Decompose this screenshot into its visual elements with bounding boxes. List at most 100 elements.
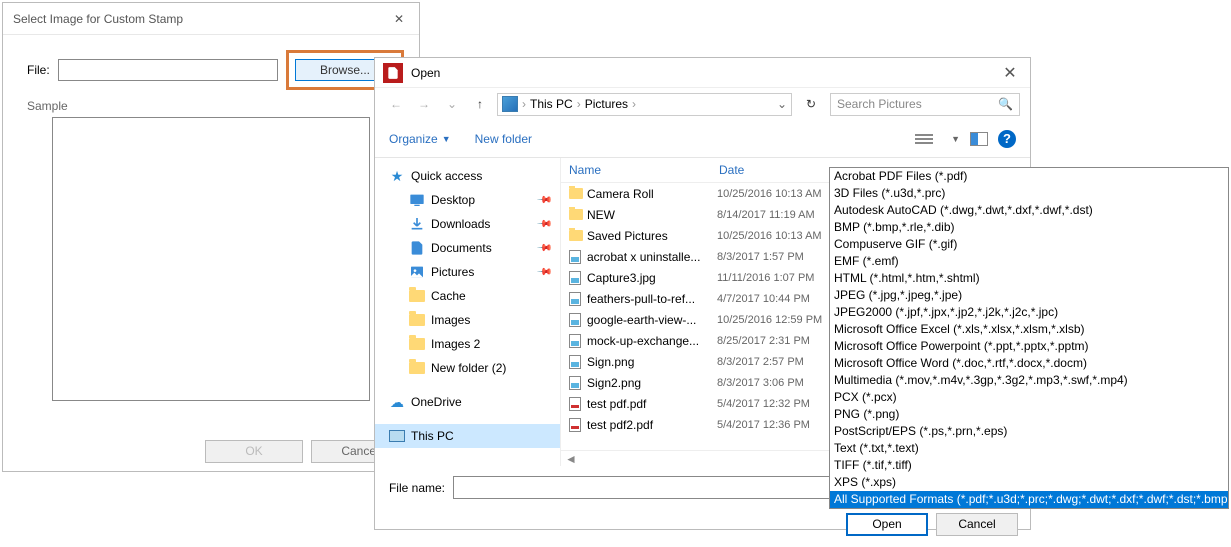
sidebar-label: Quick access	[411, 169, 482, 183]
filter-option[interactable]: JPEG (*.jpg,*.jpeg,*.jpe)	[830, 287, 1228, 304]
file-date: 5/4/2017 12:32 PM	[717, 398, 810, 410]
file-name: Sign2.png	[587, 376, 717, 390]
sidebar-item[interactable]: Images	[375, 308, 560, 332]
chevron-right-icon: ›	[522, 97, 526, 111]
sidebar-item[interactable]: This PC	[375, 424, 560, 448]
filter-option[interactable]: BMP (*.bmp,*.rle,*.dib)	[830, 219, 1228, 236]
help-icon[interactable]: ?	[998, 130, 1016, 148]
filter-option[interactable]: Autodesk AutoCAD (*.dwg,*.dwt,*.dxf,*.dw…	[830, 202, 1228, 219]
filter-option[interactable]: JPEG2000 (*.jpf,*.jpx,*.jp2,*.j2k,*.j2c,…	[830, 304, 1228, 321]
sidebar-label: Images 2	[431, 337, 480, 351]
file-name: google-earth-view-...	[587, 313, 717, 327]
filter-option[interactable]: HTML (*.html,*.htm,*.shtml)	[830, 270, 1228, 287]
open-title: Open	[411, 66, 990, 80]
file-type-icon	[569, 209, 587, 220]
search-placeholder: Search Pictures	[837, 97, 998, 111]
filename-input[interactable]	[453, 476, 864, 499]
file-date: 8/3/2017 2:57 PM	[717, 356, 804, 368]
filter-option[interactable]: TIFF (*.tif,*.tiff)	[830, 457, 1228, 474]
col-name[interactable]: Name	[569, 163, 719, 177]
refresh-icon[interactable]: ↻	[798, 93, 824, 116]
file-date: 8/14/2017 11:19 AM	[717, 209, 815, 221]
sidebar-label: Pictures	[431, 265, 474, 279]
chevron-down-icon: ▼	[442, 134, 451, 144]
back-icon[interactable]: ←	[385, 93, 407, 115]
breadcrumb-folder[interactable]: Pictures	[585, 97, 628, 111]
recent-chevron-icon[interactable]: ⌄	[441, 93, 463, 115]
pin-icon: 📌	[535, 264, 552, 281]
sidebar-item[interactable]: Pictures 📌	[375, 260, 560, 284]
sidebar-item[interactable]: New folder (2)	[375, 356, 560, 380]
file-type-icon	[569, 292, 587, 306]
sidebar-item[interactable]: ★Quick access	[375, 164, 560, 188]
filter-option[interactable]: PNG (*.png)	[830, 406, 1228, 423]
preview-pane-icon[interactable]	[970, 132, 988, 146]
filter-option[interactable]: All Supported Formats (*.pdf;*.u3d;*.prc…	[830, 491, 1228, 508]
filter-option[interactable]: Text (*.txt,*.text)	[830, 440, 1228, 457]
file-type-icon	[569, 313, 587, 327]
select-image-dialog: Select Image for Custom Stamp ✕ File: Br…	[2, 2, 420, 472]
sidebar-item[interactable]: Downloads📌	[375, 212, 560, 236]
sample-preview	[52, 117, 370, 401]
search-icon: 🔍	[998, 97, 1013, 111]
file-date: 8/3/2017 3:06 PM	[717, 377, 804, 389]
file-path-input[interactable]	[58, 59, 278, 81]
sidebar-label: New folder (2)	[431, 361, 506, 375]
sidebar-item[interactable]: Desktop📌	[375, 188, 560, 212]
filter-option[interactable]: EMF (*.emf)	[830, 253, 1228, 270]
acrobat-icon	[383, 63, 403, 83]
col-date[interactable]: Date	[719, 163, 744, 177]
sidebar-label: Cache	[431, 289, 466, 303]
filter-option[interactable]: Microsoft Office Powerpoint (*.ppt,*.ppt…	[830, 338, 1228, 355]
file-type-icon	[569, 418, 587, 432]
pin-icon: 📌	[535, 216, 552, 233]
sidebar-label: OneDrive	[411, 395, 462, 409]
dialog-title: Select Image for Custom Stamp	[13, 12, 389, 26]
file-date: 5/4/2017 12:36 PM	[717, 419, 810, 431]
open-button[interactable]: Open	[846, 513, 928, 536]
file-name: Sign.png	[587, 355, 717, 369]
filter-option[interactable]: Microsoft Office Word (*.doc,*.rtf,*.doc…	[830, 355, 1228, 372]
search-input[interactable]: Search Pictures 🔍	[830, 93, 1020, 116]
nav-row: ← → ⌄ ↑ › This PC › Pictures › ⌄ ↻ Searc…	[375, 88, 1030, 120]
up-icon[interactable]: ↑	[469, 93, 491, 115]
file-type-icon	[569, 271, 587, 285]
sidebar-item[interactable]: ☁OneDrive	[375, 390, 560, 414]
new-folder-button[interactable]: New folder	[475, 132, 532, 146]
file-date: 10/25/2016 10:13 AM	[717, 230, 822, 242]
filter-option[interactable]: XPS (*.xps)	[830, 474, 1228, 491]
pc-icon	[502, 96, 518, 112]
chevron-right-icon: ›	[577, 97, 581, 111]
sidebar-label: Documents	[431, 241, 492, 255]
file-type-icon	[569, 397, 587, 411]
filter-option[interactable]: 3D Files (*.u3d,*.prc)	[830, 185, 1228, 202]
filter-option[interactable]: Compuserve GIF (*.gif)	[830, 236, 1228, 253]
file-date: 4/7/2017 10:44 PM	[717, 293, 810, 305]
breadcrumb[interactable]: › This PC › Pictures › ⌄	[497, 93, 792, 116]
organize-menu[interactable]: Organize ▼	[389, 132, 451, 146]
filetype-dropdown[interactable]: Acrobat PDF Files (*.pdf)3D Files (*.u3d…	[829, 167, 1229, 509]
sidebar-label: Images	[431, 313, 470, 327]
filter-option[interactable]: Multimedia (*.mov,*.m4v,*.3gp,*.3g2,*.mp…	[830, 372, 1228, 389]
view-mode-icon[interactable]	[915, 130, 941, 148]
sidebar-item[interactable]: Images 2	[375, 332, 560, 356]
sidebar-item[interactable]: Documents📌	[375, 236, 560, 260]
scroll-left-icon[interactable]: ◄	[565, 452, 577, 466]
filter-option[interactable]: Microsoft Office Excel (*.xls,*.xlsx,*.x…	[830, 321, 1228, 338]
breadcrumb-root[interactable]: This PC	[530, 97, 573, 111]
ok-button[interactable]: OK	[205, 440, 303, 463]
filter-option[interactable]: PostScript/EPS (*.ps,*.prn,*.eps)	[830, 423, 1228, 440]
filter-option[interactable]: Acrobat PDF Files (*.pdf)	[830, 168, 1228, 185]
sidebar-item[interactable]: Cache	[375, 284, 560, 308]
file-name: Capture3.jpg	[587, 271, 717, 285]
filter-option[interactable]: PCX (*.pcx)	[830, 389, 1228, 406]
chevron-down-icon[interactable]: ▼	[951, 134, 960, 144]
chevron-down-icon[interactable]: ⌄	[777, 97, 787, 111]
forward-icon: →	[413, 93, 435, 115]
close-icon[interactable]: ✕	[389, 12, 409, 26]
file-name: NEW	[587, 208, 717, 222]
file-label: File:	[27, 63, 50, 77]
file-type-icon	[569, 376, 587, 390]
close-icon[interactable]: ✕	[990, 63, 1030, 83]
cancel-button[interactable]: Cancel	[936, 513, 1018, 536]
